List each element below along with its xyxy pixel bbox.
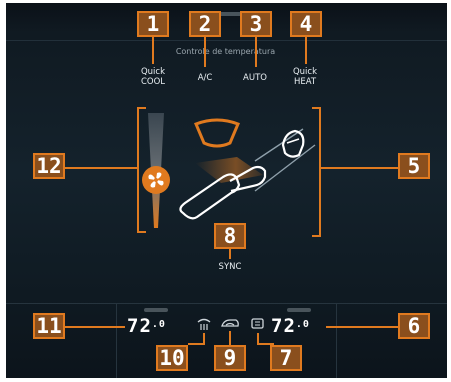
callout-10: 10	[156, 345, 188, 371]
leader-line	[326, 326, 398, 328]
passenger-temperature[interactable]: 72.0	[271, 316, 310, 336]
quick-cool-line1: Quick	[140, 67, 166, 77]
driver-temp-decimal: .0	[151, 319, 166, 330]
leader-line	[188, 343, 205, 345]
page-title: Controle de temperatura	[175, 47, 276, 56]
quick-cool-button[interactable]: Quick COOL	[138, 67, 168, 87]
bottom-bar-separator	[336, 303, 337, 378]
leader-line	[229, 331, 231, 345]
ac-button[interactable]: A/C	[190, 73, 220, 83]
driver-temperature[interactable]: 72.0	[127, 316, 166, 336]
passenger-bracket	[312, 107, 321, 237]
passenger-temp-value: 72	[271, 315, 296, 337]
leader-line	[229, 249, 231, 259]
leader-line	[257, 333, 259, 343]
leader-line	[152, 37, 154, 64]
leader-line	[65, 326, 125, 328]
callout-2: 2	[189, 11, 221, 37]
callout-5: 5	[398, 153, 430, 179]
recirculation-icon[interactable]	[220, 318, 240, 330]
passenger-temp-decimal: .0	[295, 319, 310, 330]
rear-window-icon[interactable]	[250, 316, 266, 332]
header-divider	[6, 40, 447, 41]
callout-9: 9	[214, 345, 246, 371]
callout-1: 1	[137, 11, 169, 37]
fan-icon[interactable]	[141, 165, 171, 195]
callout-3: 3	[240, 11, 272, 37]
callout-11: 11	[33, 313, 65, 339]
callout-12: 12	[33, 153, 65, 179]
leader-line	[204, 37, 206, 67]
auto-button[interactable]: AUTO	[238, 73, 272, 83]
leader-line	[305, 37, 307, 64]
callout-6: 6	[398, 313, 430, 339]
driver-temp-value: 72	[127, 315, 152, 337]
leader-line	[65, 167, 137, 169]
callout-8: 8	[214, 223, 246, 249]
quick-cool-line2: COOL	[140, 77, 166, 87]
leader-line	[255, 37, 257, 67]
sync-button[interactable]: SYNC	[214, 262, 246, 272]
quick-heat-line2: HEAT	[293, 77, 317, 87]
rear-defrost-icon[interactable]	[196, 316, 212, 332]
passenger-temp-handle[interactable]	[287, 308, 311, 312]
bottom-bar-divider	[6, 303, 447, 304]
bottom-bar-separator	[116, 303, 117, 378]
figure-frame: Controle de temperatura 1 2 3 4 Quick CO…	[0, 0, 451, 382]
quick-heat-button[interactable]: Quick HEAT	[290, 67, 320, 87]
leader-line	[319, 167, 398, 169]
callout-4: 4	[290, 11, 322, 37]
quick-heat-line1: Quick	[292, 67, 318, 77]
driver-temp-handle[interactable]	[144, 308, 168, 312]
callout-7: 7	[270, 345, 302, 371]
seat-icon	[179, 128, 316, 220]
